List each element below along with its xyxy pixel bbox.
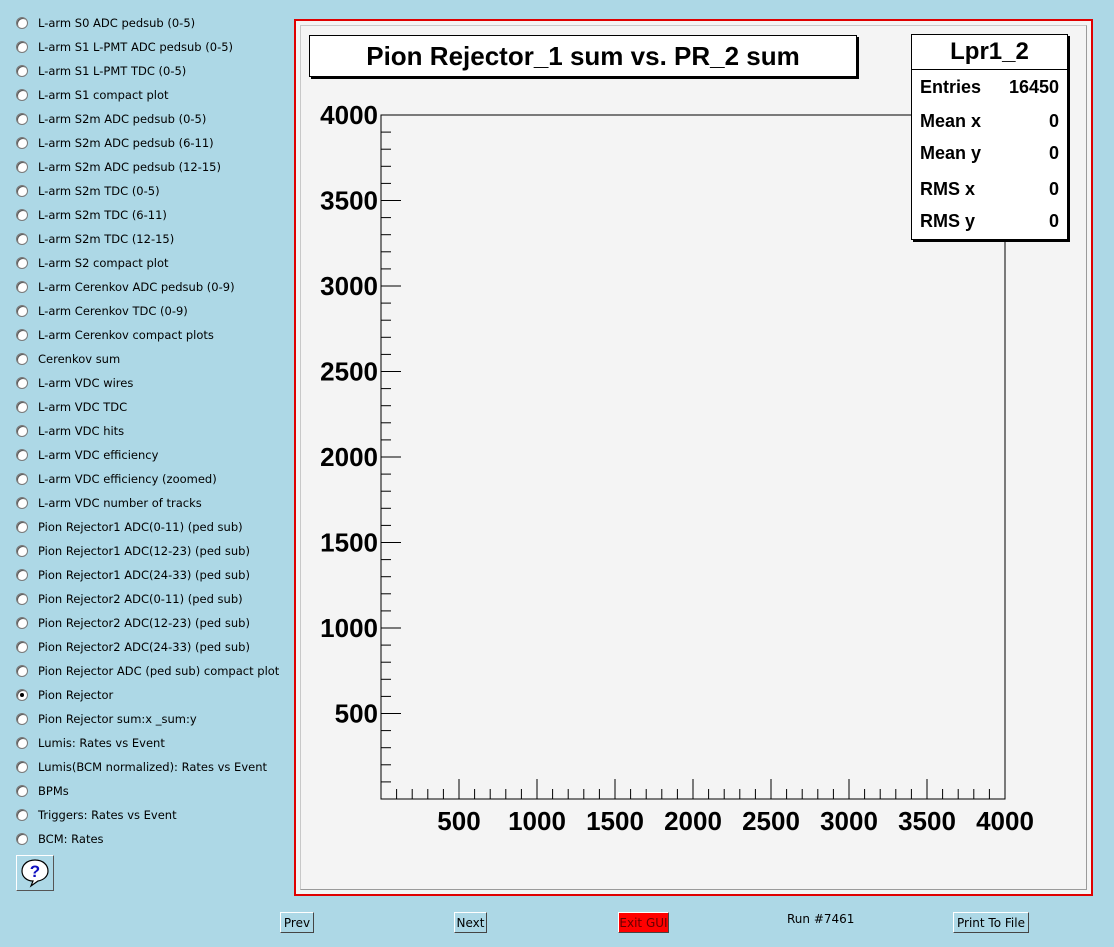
x-tick-label: 1500: [586, 806, 644, 836]
y-tick-label: 1500: [320, 528, 378, 558]
plot-title-text: Pion Rejector_1 sum vs. PR_2 sum: [366, 40, 800, 71]
plot-title: Pion Rejector_1 sum vs. PR_2 sum: [309, 35, 857, 77]
x-tick-label: 2000: [664, 806, 722, 836]
y-tick-label: 2500: [320, 357, 378, 387]
stats-row-mean-y: Mean y 0: [920, 143, 1059, 164]
stats-label: Entries: [920, 77, 982, 97]
x-tick-label: 3500: [898, 806, 956, 836]
stats-value: 0: [1048, 111, 1059, 131]
prev-button[interactable]: Prev: [280, 912, 314, 933]
y-tick-label: 2000: [320, 442, 378, 472]
stats-label: RMS y: [920, 211, 976, 231]
print-to-file-button[interactable]: Print To File: [953, 912, 1029, 933]
stats-row-entries: Entries 16450: [920, 77, 1059, 98]
run-number: Run #7461: [787, 912, 855, 926]
stats-box: Lpr1_2 Entries 16450 Mean x 0 Mean y 0 R…: [911, 34, 1068, 240]
stats-label: Mean y: [920, 143, 982, 163]
stats-value: 0: [1048, 179, 1059, 199]
y-tick-label: 4000: [320, 100, 378, 130]
exit-gui-button[interactable]: Exit GUI: [618, 912, 669, 933]
y-tick-label: 3000: [320, 271, 378, 301]
x-tick-label: 2500: [742, 806, 800, 836]
stats-name: Lpr1_2: [912, 35, 1067, 70]
y-tick-label: 3500: [320, 186, 378, 216]
y-tick-label: 500: [335, 699, 378, 729]
stats-label: RMS x: [920, 179, 976, 199]
x-tick-label: 3000: [820, 806, 878, 836]
x-tick-label: 500: [437, 806, 480, 836]
stats-value: 16450: [1008, 77, 1059, 97]
stats-label: Mean x: [920, 111, 982, 131]
y-tick-label: 1000: [320, 613, 378, 643]
stats-row-mean-x: Mean x 0: [920, 111, 1059, 132]
x-tick-label: 4000: [976, 806, 1034, 836]
stats-row-rms-x: RMS x 0: [920, 179, 1059, 200]
next-button[interactable]: Next: [454, 912, 487, 933]
stats-row-rms-y: RMS y 0: [920, 211, 1059, 232]
stats-value: 0: [1048, 143, 1059, 163]
x-tick-label: 1000: [508, 806, 566, 836]
stats-value: 0: [1048, 211, 1059, 231]
